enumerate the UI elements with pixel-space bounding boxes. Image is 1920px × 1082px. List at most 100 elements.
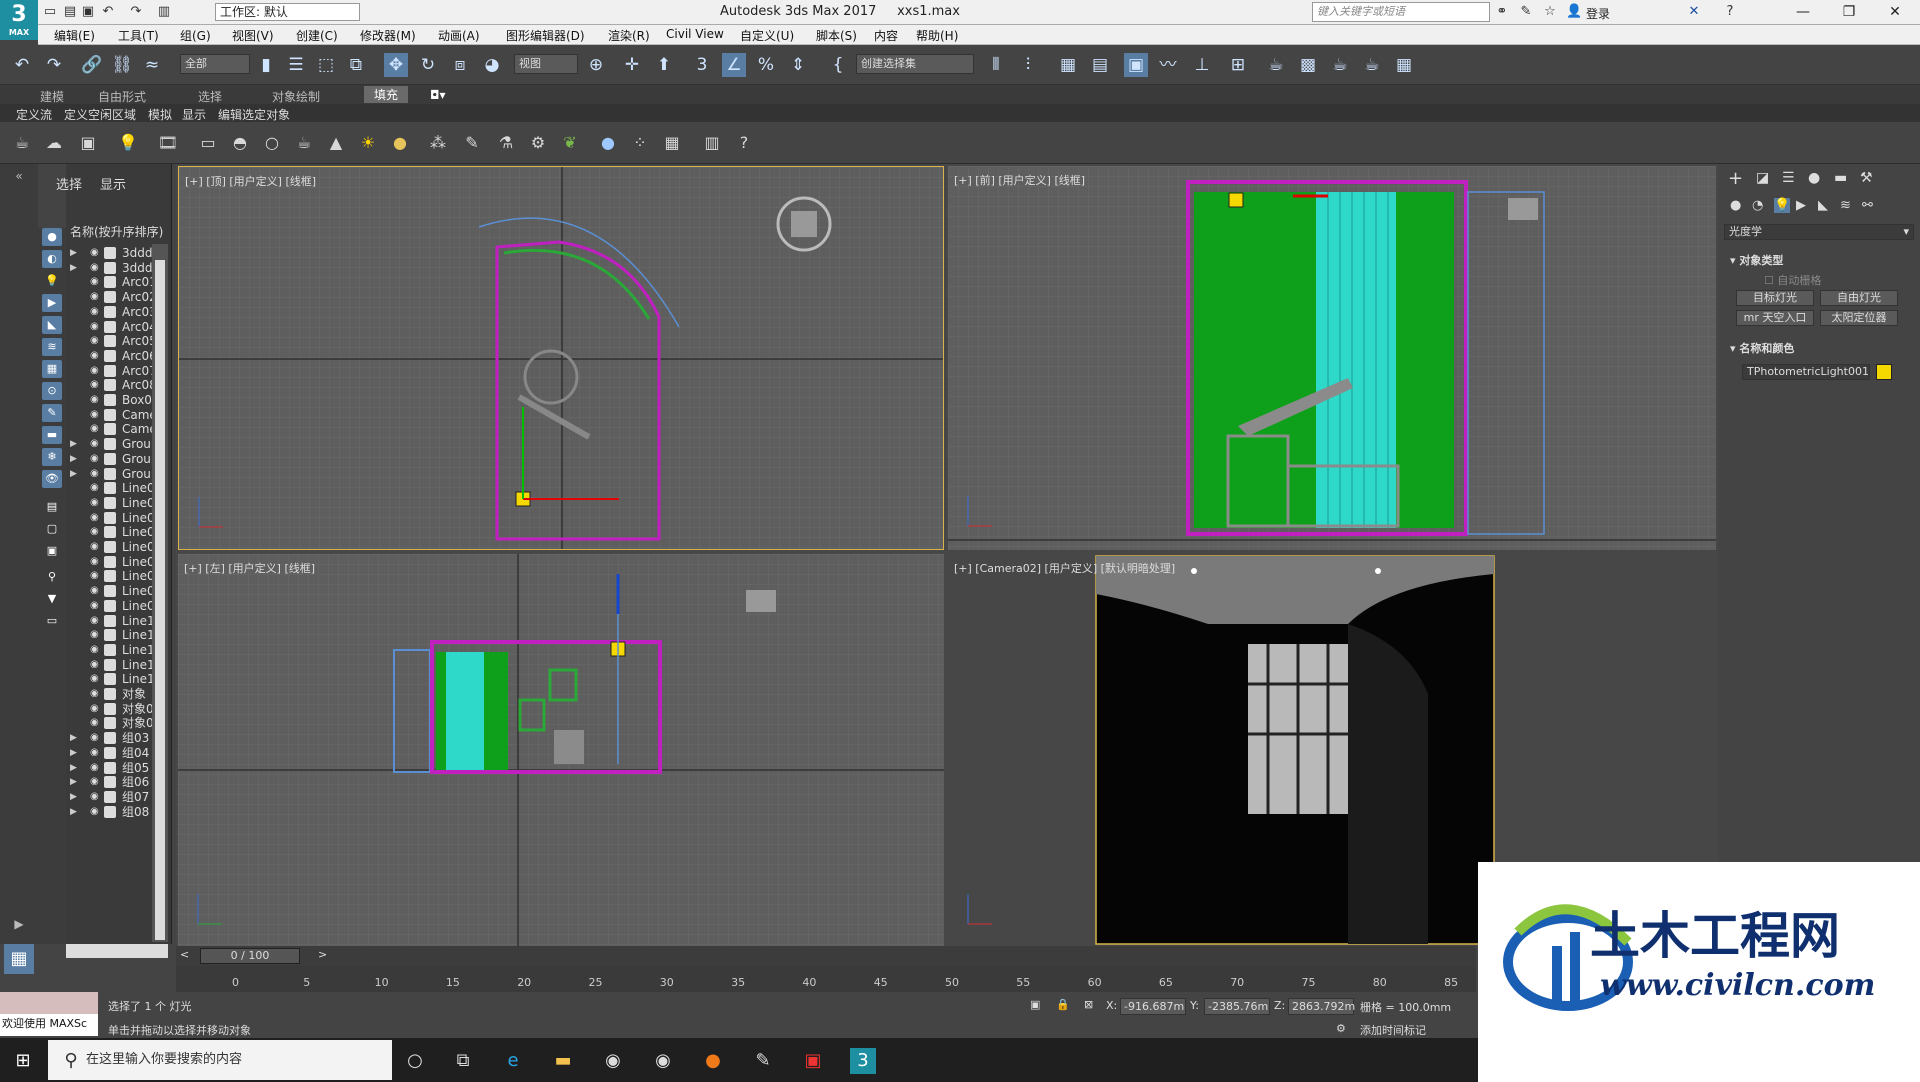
communication-icon[interactable]: ✎ xyxy=(1518,4,1534,20)
geometry-icon[interactable]: ● xyxy=(1730,198,1741,213)
funnel-icon[interactable]: ▼ xyxy=(42,590,62,608)
app-icon-2[interactable]: ◉ xyxy=(650,1048,676,1074)
menu-civil-view[interactable]: Civil View xyxy=(666,27,724,41)
sphere-icon[interactable]: ○ xyxy=(260,132,284,154)
close-icon[interactable]: ✕ xyxy=(1872,0,1918,25)
cameras-icon[interactable]: ▶ xyxy=(1796,198,1806,213)
scene-column-header[interactable]: 名称(按升序排序) xyxy=(70,223,163,240)
display-tab-icon[interactable]: ▬ xyxy=(1834,170,1847,186)
y-coordinate-field[interactable]: -2385.76m xyxy=(1204,998,1270,1015)
render-production-icon[interactable]: ☕ xyxy=(1328,53,1352,77)
mr-sky-portal-button[interactable]: mr 天空入口 xyxy=(1736,310,1814,326)
rollout-object-type[interactable]: ▾ 对象类型 xyxy=(1730,252,1783,268)
select-scale-icon[interactable]: ⧈ xyxy=(448,53,472,77)
select-manipulate-icon[interactable]: ✛ xyxy=(620,53,644,77)
angle-snap-icon[interactable]: ∠ xyxy=(722,53,746,77)
maxscript-listener[interactable] xyxy=(0,992,98,1014)
edit-named-selection-icon[interactable]: { xyxy=(826,53,850,77)
target-light-button[interactable]: 目标灯光 xyxy=(1736,290,1814,306)
filter-cameras-icon[interactable]: ▶ xyxy=(42,294,62,312)
render-iterative-icon[interactable]: ☕ xyxy=(1360,53,1384,77)
absolute-mode-icon[interactable]: ⊠ xyxy=(1084,998,1093,1011)
workspace-dropdown[interactable]: 工作区: 默认 xyxy=(215,3,360,21)
filter-spacewarps-icon[interactable]: ≋ xyxy=(42,338,62,356)
ribbon-tab-object-paint[interactable]: 对象绘制 xyxy=(272,88,320,105)
particles-icon[interactable]: ⁂ xyxy=(426,132,450,154)
palette-icon[interactable]: ⁘ xyxy=(628,132,652,154)
edge-browser-icon[interactable]: e xyxy=(500,1048,526,1074)
systems-icon[interactable]: ⚯ xyxy=(1862,198,1873,213)
viewport-layout-icon[interactable]: ▦ xyxy=(4,944,34,974)
mirror-icon[interactable]: ⫴ xyxy=(984,53,1008,77)
select-move-icon[interactable]: ✥ xyxy=(384,53,408,77)
save-file-icon[interactable]: ▣ xyxy=(80,4,96,20)
teapot-shape-icon[interactable]: ☕ xyxy=(292,132,316,154)
minimize-icon[interactable]: — xyxy=(1780,0,1826,25)
scene-list-item[interactable]: ▶ ◉ 组08 xyxy=(70,803,156,821)
spinner-snap-icon[interactable]: ⇕ xyxy=(786,53,810,77)
help-icon[interactable]: ? xyxy=(1722,4,1738,20)
display-all-icon[interactable]: ▤ xyxy=(42,498,62,516)
select-by-name-icon[interactable]: ☰ xyxy=(284,53,308,77)
scene-hscrollbar[interactable] xyxy=(66,944,168,958)
display-none-icon[interactable]: ▢ xyxy=(42,520,62,538)
hemisphere-icon[interactable]: ◓ xyxy=(228,132,252,154)
window-crossing-icon[interactable]: ⧉ xyxy=(344,53,368,77)
free-light-button[interactable]: 自由灯光 xyxy=(1820,290,1898,306)
ribbon-edit-selected[interactable]: 编辑选定对象 xyxy=(218,106,290,123)
viewport-left[interactable]: [+] [左] [用户定义] [线框] xyxy=(178,554,944,946)
lock-icon[interactable]: 🔒 xyxy=(1056,998,1070,1011)
pivot-center-icon[interactable]: ⊕ xyxy=(584,53,608,77)
lights-icon[interactable]: 💡 xyxy=(1774,198,1791,213)
autogrid-checkbox[interactable]: ☐ 自动栅格 xyxy=(1764,272,1821,288)
viewport-top-label[interactable]: [+] [顶] [用户定义] [线框] xyxy=(185,173,316,189)
viewport-left-label[interactable]: [+] [左] [用户定义] [线框] xyxy=(184,560,315,576)
next-frame-icon[interactable]: > xyxy=(318,948,327,961)
menu-edit[interactable]: 编辑(E) xyxy=(54,27,95,44)
rollout-name-color[interactable]: ▾ 名称和颜色 xyxy=(1730,340,1794,356)
cone-icon[interactable]: ▲ xyxy=(324,132,348,154)
3dsmax-taskbar-icon[interactable]: 3 xyxy=(850,1048,876,1074)
ribbon-tab-modeling[interactable]: 建模 xyxy=(40,88,64,105)
app-icon-1[interactable]: ◉ xyxy=(600,1048,626,1074)
menu-tools[interactable]: 工具(T) xyxy=(118,27,159,44)
flask-icon[interactable]: ⚗ xyxy=(494,132,518,154)
find-icon[interactable]: ⚲ xyxy=(42,568,62,586)
unlink-icon[interactable]: ⛓ xyxy=(110,53,134,77)
filter-xrefs-icon[interactable]: ⊙ xyxy=(42,382,62,400)
material-editor-icon[interactable]: ⊞ xyxy=(1226,53,1250,77)
undo-icon[interactable]: ↶ xyxy=(100,4,116,20)
filter-shapes-icon[interactable]: ◐ xyxy=(42,250,62,268)
curve-editor-icon[interactable]: 〰 xyxy=(1156,53,1180,77)
placement-icon[interactable]: ◕ xyxy=(480,53,504,77)
rendered-frame-icon[interactable]: ▩ xyxy=(1296,53,1320,77)
ribbon-simulate[interactable]: 模拟 xyxy=(148,106,172,123)
scene-tab-select[interactable]: 选择 xyxy=(56,174,82,193)
exchange-icon[interactable]: ✕ xyxy=(1686,4,1702,20)
select-rotate-icon[interactable]: ↻ xyxy=(416,53,440,77)
help-search-input[interactable]: 键入关键字或短语 xyxy=(1312,2,1490,22)
redo-icon[interactable]: ↷ xyxy=(128,4,144,20)
invert-display-icon[interactable]: ▣ xyxy=(42,542,62,560)
film-icon[interactable]: 🎞 xyxy=(156,132,180,154)
cortana-icon[interactable]: ○ xyxy=(402,1048,428,1074)
scene-tab-display[interactable]: 显示 xyxy=(100,174,126,193)
scene-explorer-icon[interactable]: ▣ xyxy=(1124,53,1148,77)
filter-helpers-icon[interactable]: ◣ xyxy=(42,316,62,334)
keyboard-shortcut-icon[interactable]: ⬆ xyxy=(652,53,676,77)
rectangle-shape-icon[interactable]: ▭ xyxy=(196,132,220,154)
isolate-icon[interactable]: ▣ xyxy=(1030,998,1040,1011)
grass-icon[interactable]: ❦ xyxy=(558,132,582,154)
menu-customize[interactable]: 自定义(U) xyxy=(740,27,794,44)
redo-icon[interactable]: ↷ xyxy=(42,53,66,77)
sky-sphere-icon[interactable]: ● xyxy=(388,132,412,154)
project-folder-icon[interactable]: ▥ xyxy=(156,4,172,20)
utilities-tab-icon[interactable]: ⚒ xyxy=(1860,170,1873,186)
menu-view[interactable]: 视图(V) xyxy=(232,27,274,44)
new-file-icon[interactable]: ▭ xyxy=(42,4,58,20)
sun-icon[interactable]: ☀ xyxy=(356,132,380,154)
ribbon-options-icon[interactable]: ◘▾ xyxy=(430,88,446,102)
app-logo[interactable]: 3 MAX xyxy=(0,0,38,40)
user-icon[interactable]: 👤 xyxy=(1566,4,1582,20)
link-icon[interactable]: 🔗 xyxy=(80,53,104,77)
